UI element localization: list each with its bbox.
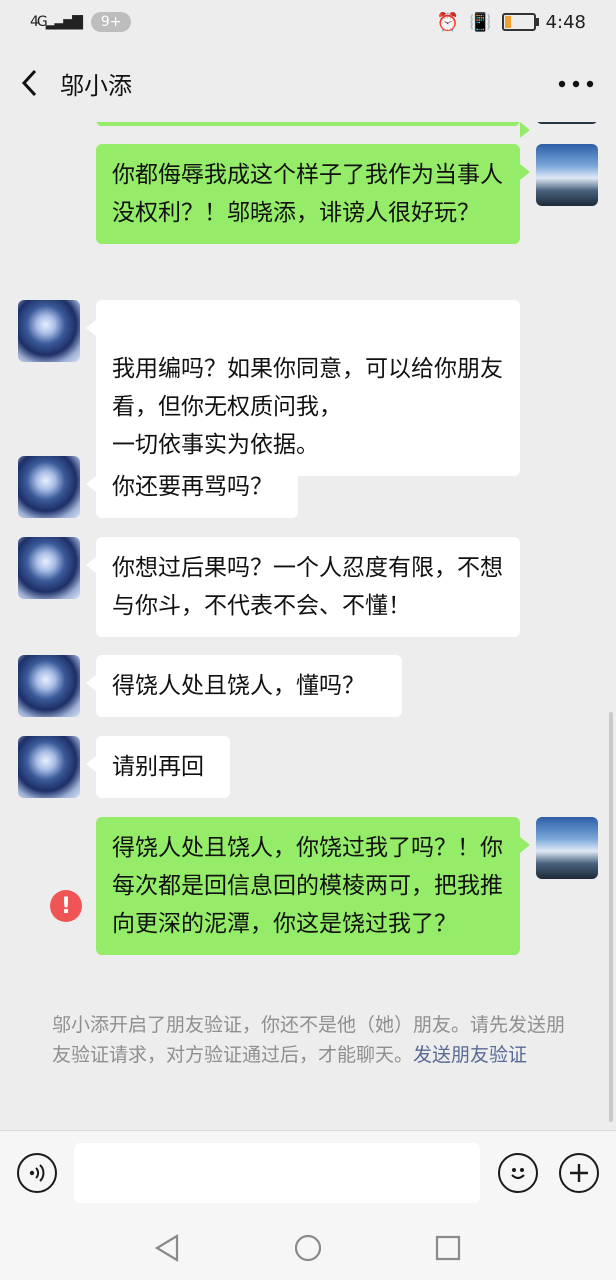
plus-icon[interactable] xyxy=(559,1153,599,1193)
voice-icon[interactable] xyxy=(17,1153,57,1193)
message-text: 你还要再骂吗？ xyxy=(112,474,273,500)
avatar[interactable] xyxy=(18,736,80,798)
avatar[interactable] xyxy=(18,456,80,518)
message-bubble[interactable]: 你想过后果吗？一个人忍度有限，不想与你斗，不代表不会、不懂！ xyxy=(86,537,520,637)
status-bar: 4G▂▃▅▇ 9+ ⏰ 📳 4:48 xyxy=(0,0,616,44)
system-nav-bar xyxy=(0,1216,616,1280)
message-text: 你都侮辱我成这个样子了我作为当事人没权利？！邬晓添，诽谤人很好玩？ xyxy=(112,162,503,226)
message-bubble[interactable]: 你还要再骂吗？ xyxy=(86,456,298,518)
avatar[interactable] xyxy=(536,817,598,879)
message-bubble[interactable]: 你都侮辱我成这个样子了我作为当事人没权利？！邬晓添，诽谤人很好玩？ xyxy=(96,144,530,244)
scrollbar[interactable] xyxy=(609,712,613,1122)
signal-icon: 4G▂▃▅▇ xyxy=(30,14,83,30)
input-bar xyxy=(0,1130,616,1217)
chat-title: 邬小添 xyxy=(60,71,132,100)
send-failed-icon[interactable]: ! xyxy=(50,890,82,922)
battery-icon xyxy=(501,13,539,31)
chat-header: 邬小添 xyxy=(0,44,616,122)
clock: 4:48 xyxy=(545,11,586,33)
alarm-icon: ⏰ xyxy=(436,11,460,33)
avatar[interactable] xyxy=(18,655,80,717)
notification-badge: 9+ xyxy=(90,12,132,32)
avatar[interactable] xyxy=(536,122,598,124)
message-bubble[interactable]: 我用编吗？如果你同意，可以给你朋友看，但你无权质问我， 一切依事实为依据。 xyxy=(86,300,520,476)
avatar[interactable] xyxy=(18,537,80,599)
message-bubble[interactable]: 得饶人处且饶人，懂吗？ xyxy=(86,655,402,717)
avatar[interactable] xyxy=(18,300,80,362)
avatar[interactable] xyxy=(536,144,598,206)
message-text: 得饶人处且饶人，你饶过我了吗？！你每次都是回信息回的模棱两可，把我推向更深的泥潭… xyxy=(112,835,503,937)
emoji-icon[interactable] xyxy=(498,1153,538,1193)
vibrate-icon: 📳 xyxy=(469,11,492,33)
message-text: 得饶人处且饶人，懂吗？ xyxy=(112,673,365,699)
more-icon[interactable] xyxy=(556,64,596,104)
message-list[interactable]: 你都侮辱我成这个样子了我作为当事人没权利？！邬晓添，诽谤人很好玩？ 我用编吗？如… xyxy=(0,122,616,1130)
message-text: 你想过后果吗？一个人忍度有限，不想与你斗，不代表不会、不懂！ xyxy=(112,555,503,619)
network-type: 4G xyxy=(30,14,48,30)
previous-message-bubble xyxy=(96,122,530,138)
message-bubble[interactable]: 请别再回 xyxy=(86,736,230,798)
message-text: 请别再回 xyxy=(112,754,204,780)
back-triangle-icon[interactable] xyxy=(148,1228,188,1268)
system-notice: 邬小添开启了朋友验证，你还不是他（她）朋友。请先发送朋友验证请求，对方验证通过后… xyxy=(52,1010,572,1070)
recents-square-icon[interactable] xyxy=(428,1228,468,1268)
send-verification-link[interactable]: 发送朋友验证 xyxy=(413,1044,527,1066)
message-bubble[interactable]: 得饶人处且饶人，你饶过我了吗？！你每次都是回信息回的模棱两可，把我推向更深的泥潭… xyxy=(96,817,530,955)
message-input[interactable] xyxy=(74,1143,480,1203)
home-circle-icon[interactable] xyxy=(288,1228,328,1268)
chevron-left-icon[interactable] xyxy=(0,44,60,122)
message-text: 我用编吗？如果你同意，可以给你朋友看，但你无权质问我， 一切依事实为依据。 xyxy=(112,356,503,458)
